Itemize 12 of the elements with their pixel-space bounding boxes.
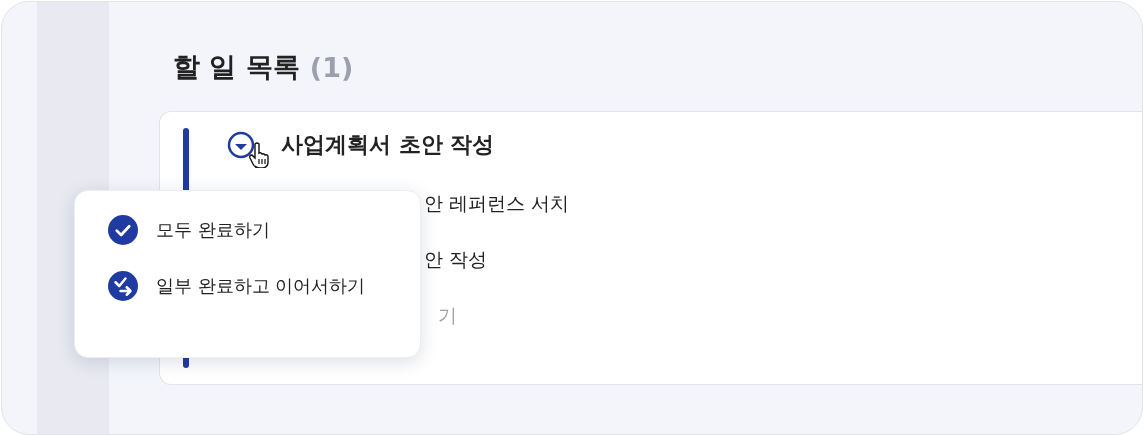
check-arrow-circle-icon [108,271,138,301]
task-count: (1) [309,51,354,83]
subtask-text: 안 작성 [424,247,489,272]
check-circle-icon [108,215,138,245]
subtask-text: 안 레퍼런스 서치 [424,191,570,216]
checkbox-icon[interactable] [227,131,255,159]
menu-item[interactable]: 일부 완료하고 이어서하기 [108,271,420,301]
hand-cursor-icon [249,142,269,168]
menu-item[interactable]: 모두 완료하기 [108,215,420,245]
subtask-text: 기 [437,303,458,328]
task-title: 사업계획서 초안 작성 [281,131,495,159]
list-title: 할 일 목록 [173,50,300,84]
